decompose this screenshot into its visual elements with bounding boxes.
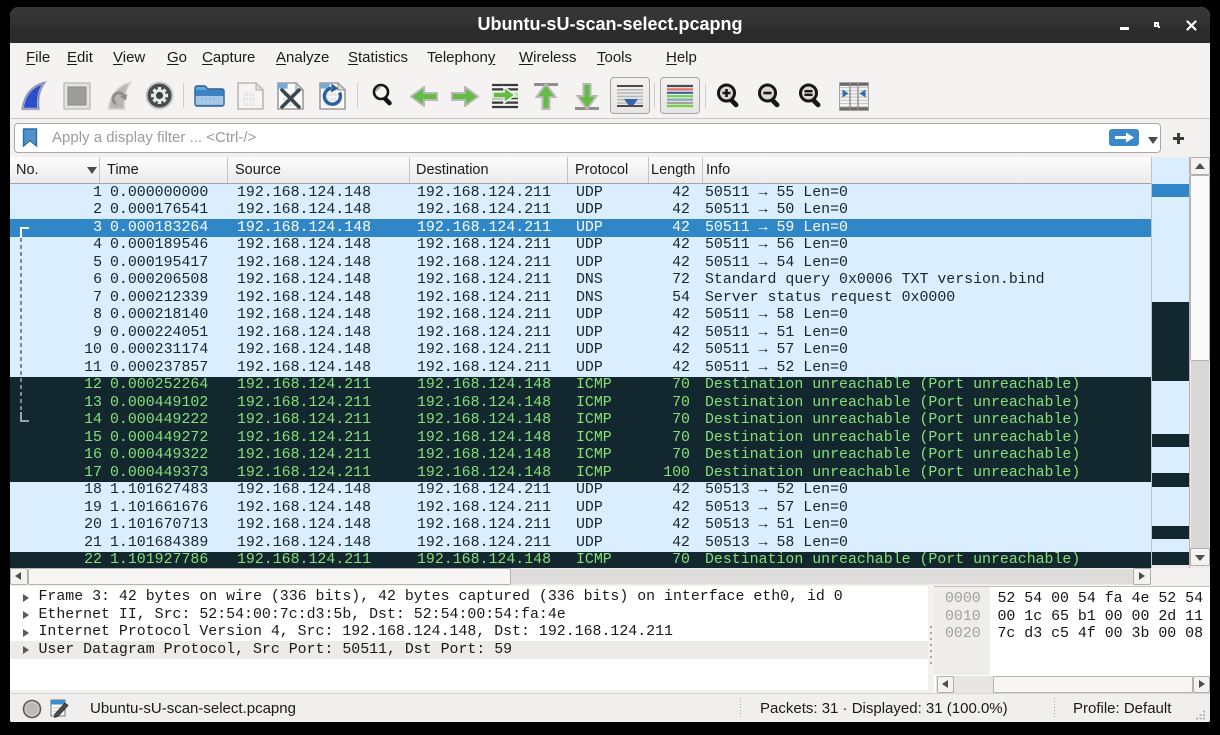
svg-text:0101: 0101 (243, 102, 255, 108)
